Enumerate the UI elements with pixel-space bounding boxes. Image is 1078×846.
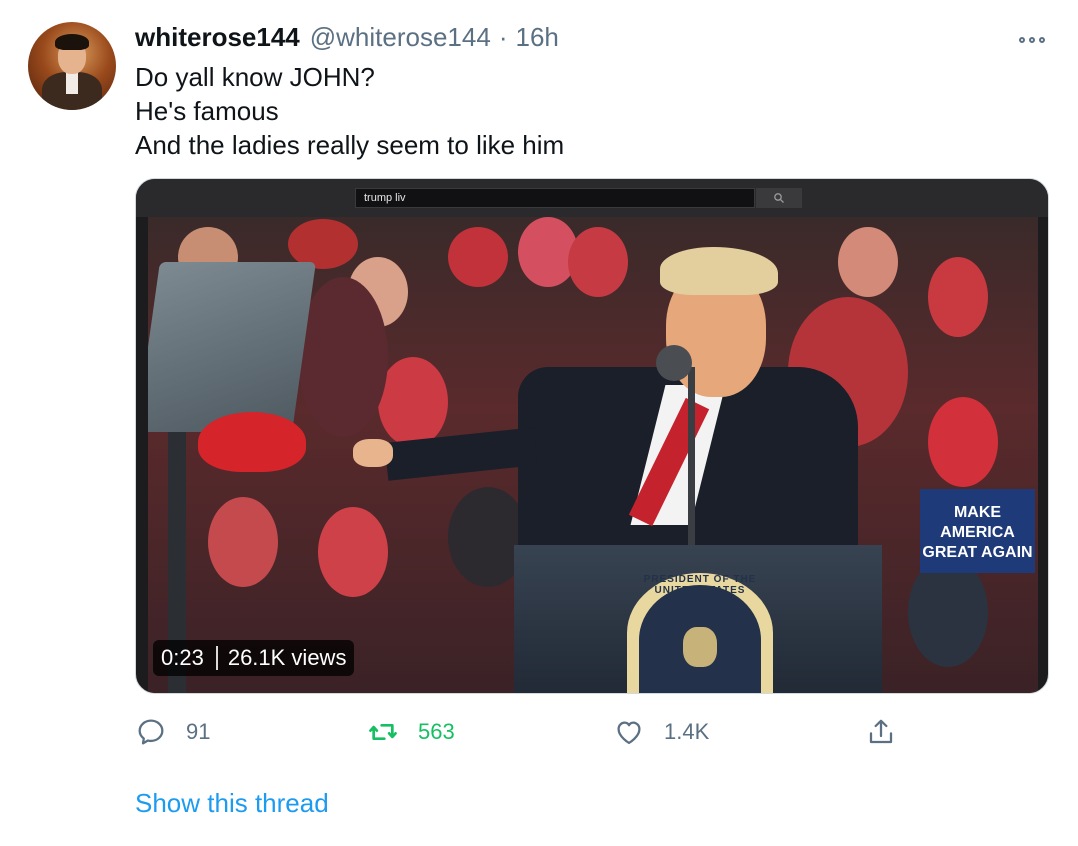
crowd-face (838, 227, 898, 297)
tweet-header: whiterose144 @whiterose144 · 16h (135, 22, 559, 56)
microphone (656, 345, 692, 381)
video-frame: MAKE AMERICA GREAT AGAIN PRESIDENT OF TH… (148, 217, 1038, 693)
share-button[interactable] (865, 712, 897, 752)
retweet-button[interactable]: 563 (367, 712, 455, 752)
show-thread-link[interactable]: Show this thread (135, 788, 329, 819)
video-player[interactable]: trump liv MAKE AMERICA GREAT AGAIN PRESI… (135, 178, 1049, 694)
user-handle[interactable]: @whiterose144 (310, 22, 491, 53)
tweet-line: Do yall know JOHN? (135, 62, 375, 92)
tweet-line: He's famous (135, 96, 279, 126)
more-dot (1019, 37, 1025, 43)
more-dot (1039, 37, 1045, 43)
reply-button[interactable]: 91 (135, 712, 210, 752)
video-duration: 0:23 (161, 645, 204, 670)
heart-icon (617, 721, 641, 745)
video-views: 26.1K views (227, 645, 347, 670)
like-count: 1.4K (664, 719, 710, 744)
avatar-collar (66, 72, 78, 94)
retweet-count: 563 (418, 719, 455, 744)
tweet-line: And the ladies really seem to like him (135, 130, 565, 160)
microphone-stand (688, 367, 695, 547)
tweet[interactable]: whiterose144 @whiterose144 · 16h Do yall… (0, 0, 1078, 846)
crowd-person (298, 277, 388, 437)
more-dot (1029, 37, 1035, 43)
crowd-face (928, 257, 988, 337)
avatar-hair (55, 34, 89, 50)
video-browser-search: trump liv (355, 188, 755, 208)
seal-text: PRESIDENT OF THE UNITED STATES (643, 574, 757, 596)
more-options-icon[interactable] (1013, 30, 1051, 50)
separator-dot: · (498, 22, 508, 52)
crowd-face (318, 507, 388, 597)
rally-sign: MAKE AMERICA GREAT AGAIN (920, 489, 1035, 573)
seal-eagle-icon (683, 627, 717, 667)
like-button[interactable]: 1.4K (613, 712, 709, 752)
video-info-badge: 0:23 26.1K views (153, 640, 355, 676)
crowd-hat (448, 227, 508, 287)
crowd-face (928, 397, 998, 487)
speaker-hair (660, 247, 778, 295)
speaker-hand (353, 439, 393, 467)
timestamp[interactable]: 16h (515, 22, 558, 53)
maga-hat (198, 412, 306, 472)
crowd-face (568, 227, 628, 297)
tweet-text: Do yall know JOHN? He's famous And the l… (135, 60, 564, 162)
reply-icon (138, 719, 164, 745)
avatar[interactable] (28, 22, 116, 110)
crowd-face (908, 557, 988, 667)
reply-count: 91 (186, 719, 211, 744)
crowd-face (208, 497, 278, 587)
crowd-face (378, 357, 448, 447)
video-browser-bar: trump liv (136, 179, 1048, 217)
badge-separator (215, 646, 218, 670)
teleprompter (148, 262, 316, 432)
tweet-actions: 91 563 1.4K (135, 712, 1049, 752)
display-name[interactable]: whiterose144 (135, 22, 300, 53)
share-icon (869, 719, 893, 744)
retweet-icon (369, 724, 397, 740)
search-icon (756, 188, 802, 208)
